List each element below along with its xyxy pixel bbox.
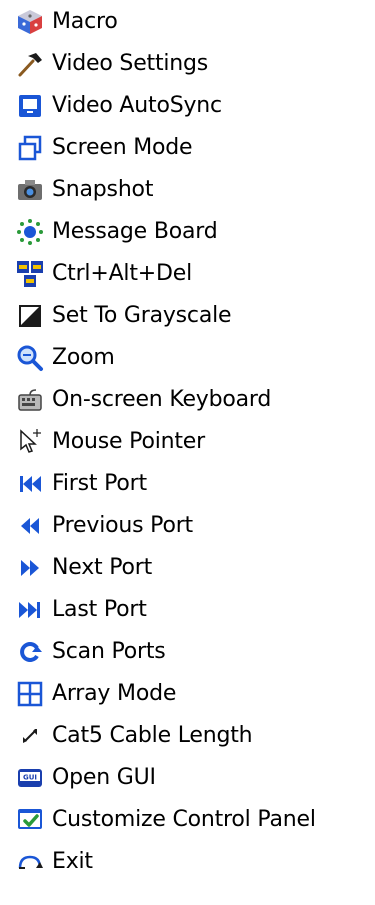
menu-item-cat5-cable-length[interactable]: Cat5 Cable Length [8,716,370,756]
menu-item-label: Macro [52,9,118,34]
macro-icon [8,2,52,42]
grayscale-icon [8,296,52,336]
menu-item-label: Cat5 Cable Length [52,723,253,748]
ctrl-alt-del-icon [8,254,52,294]
cable-length-icon [8,716,52,756]
menu-item-label: Set To Grayscale [52,303,232,328]
menu-item-label: Zoom [52,345,115,370]
menu-item-screen-mode[interactable]: Screen Mode [8,128,370,168]
menu-item-label: Ctrl+Alt+Del [52,261,192,286]
next-port-icon [8,548,52,588]
menu-item-label: Open GUI [52,765,156,790]
message-board-icon [8,212,52,252]
menu-item-message-board[interactable]: Message Board [8,212,370,252]
menu-item-zoom[interactable]: Zoom [8,338,370,378]
first-port-icon [8,464,52,504]
menu-item-label: Customize Control Panel [52,807,316,832]
menu-item-label: Last Port [52,597,147,622]
menu-item-label: Previous Port [52,513,193,538]
exit-icon [8,842,52,882]
menu-item-set-to-grayscale[interactable]: Set To Grayscale [8,296,370,336]
menu-item-label: Array Mode [52,681,177,706]
menu-item-label: Scan Ports [52,639,166,664]
menu-item-last-port[interactable]: Last Port [8,590,370,630]
hammer-icon [8,44,52,84]
menu-item-scan-ports[interactable]: Scan Ports [8,632,370,672]
menu-item-label: On-screen Keyboard [52,387,272,412]
control-panel-menu: Macro Video Settings Video AutoSync Scre… [0,0,375,905]
customize-panel-icon [8,800,52,840]
camera-icon [8,170,52,210]
menu-item-customize-control-panel[interactable]: Customize Control Panel [8,800,370,840]
previous-port-icon [8,506,52,546]
menu-item-label: Message Board [52,219,218,244]
menu-item-on-screen-keyboard[interactable]: On-screen Keyboard [8,380,370,420]
array-mode-icon [8,674,52,714]
svg-text:GUI: GUI [23,774,37,782]
menu-item-video-settings[interactable]: Video Settings [8,44,370,84]
menu-item-mouse-pointer[interactable]: Mouse Pointer [8,422,370,462]
menu-item-label: Screen Mode [52,135,193,160]
scan-ports-icon [8,632,52,672]
menu-item-label: Mouse Pointer [52,429,205,454]
menu-item-previous-port[interactable]: Previous Port [8,506,370,546]
autosync-icon [8,86,52,126]
menu-item-open-gui[interactable]: GUI Open GUI [8,758,370,798]
menu-item-label: First Port [52,471,147,496]
menu-item-label: Video Settings [52,51,209,76]
menu-item-label: Exit [52,849,93,874]
menu-item-exit[interactable]: Exit [8,842,370,882]
menu-item-video-autosync[interactable]: Video AutoSync [8,86,370,126]
menu-item-macro[interactable]: Macro [8,2,370,42]
zoom-icon [8,338,52,378]
mouse-pointer-icon [8,422,52,462]
gui-icon: GUI [8,758,52,798]
menu-item-label: Video AutoSync [52,93,222,118]
menu-item-label: Next Port [52,555,153,580]
menu-item-ctrl-alt-del[interactable]: Ctrl+Alt+Del [8,254,370,294]
menu-item-snapshot[interactable]: Snapshot [8,170,370,210]
menu-item-next-port[interactable]: Next Port [8,548,370,588]
menu-item-label: Snapshot [52,177,154,202]
menu-item-first-port[interactable]: First Port [8,464,370,504]
last-port-icon [8,590,52,630]
screen-mode-icon [8,128,52,168]
keyboard-icon [8,380,52,420]
menu-item-array-mode[interactable]: Array Mode [8,674,370,714]
